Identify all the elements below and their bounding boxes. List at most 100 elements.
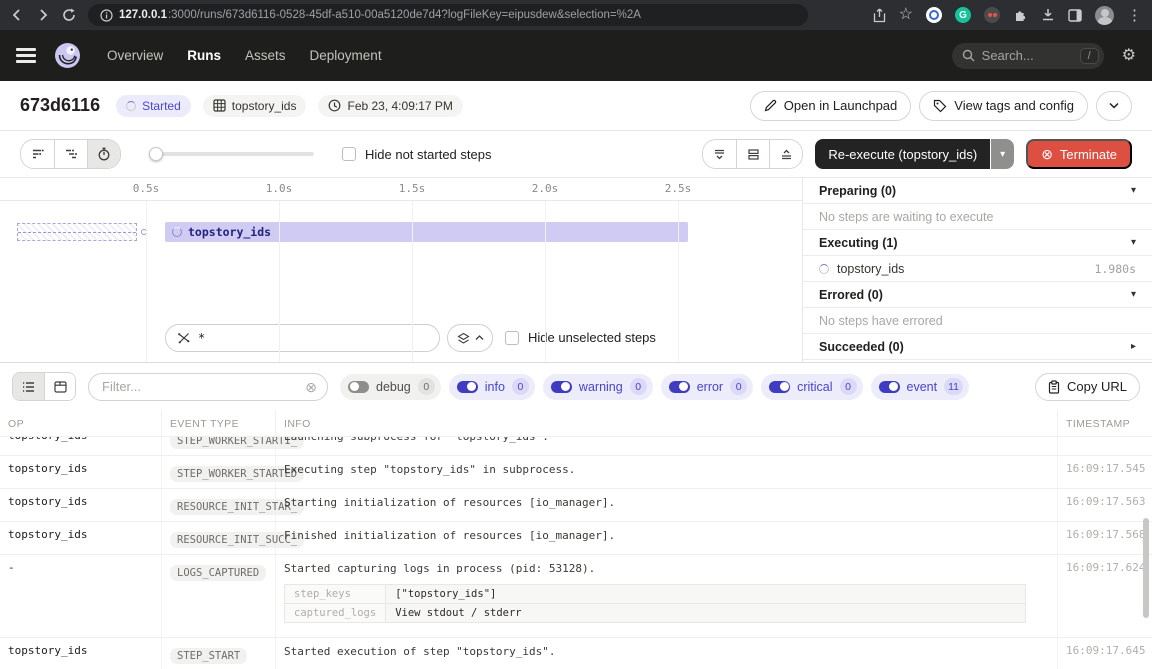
clear-filter-icon[interactable]: ⊗ <box>305 380 317 394</box>
extension-recorder-icon[interactable] <box>984 7 1000 23</box>
log-level-label: critical <box>797 380 832 394</box>
log-level-pill-critical[interactable]: critical0 <box>761 374 862 400</box>
nav-item-runs[interactable]: Runs <box>187 48 221 63</box>
step-status-panel: Preparing (0)▾No steps are waiting to ex… <box>803 178 1152 362</box>
collapse-rows-button[interactable] <box>703 140 736 168</box>
gantt-waterfall-view-button[interactable] <box>54 140 87 168</box>
copy-url-button[interactable]: Copy URL <box>1035 373 1140 401</box>
log-level-label: error <box>697 380 723 394</box>
panel-section-header[interactable]: Errored (0)▾ <box>803 282 1152 308</box>
op-selector-icon <box>177 331 191 345</box>
extensions-puzzle-icon[interactable] <box>1013 8 1028 23</box>
log-level-pill-warning[interactable]: warning0 <box>543 374 653 400</box>
nav-item-overview[interactable]: Overview <box>107 48 163 63</box>
log-table-header: OPEVENT TYPEINFOTIMESTAMP <box>0 410 1152 437</box>
expand-rows-button[interactable] <box>736 140 769 168</box>
open-in-launchpad-button[interactable]: Open in Launchpad <box>750 91 911 121</box>
share-icon[interactable] <box>873 8 886 23</box>
column-header-timestamp: TIMESTAMP <box>1058 410 1152 436</box>
log-level-label: warning <box>579 380 623 394</box>
toggle-on <box>457 381 478 393</box>
toggle-on <box>879 381 900 393</box>
browser-menu-icon[interactable]: ⋮ <box>1127 8 1142 23</box>
nav-item-assets[interactable]: Assets <box>245 48 286 63</box>
hide-not-started-checkbox[interactable] <box>342 147 356 161</box>
log-level-count: 11 <box>944 378 963 395</box>
pencil-icon <box>764 99 777 112</box>
log-row[interactable]: topstory_idsSTEP_STARTStarted execution … <box>0 638 1152 669</box>
log-row[interactable]: topstory_idsSTEP_WORKER_STARTEDExecuting… <box>0 456 1152 489</box>
reexecute-button[interactable]: Re-execute (topstory_ids) <box>815 139 990 169</box>
metadata-link[interactable]: View stdout / stderr <box>386 603 1026 622</box>
browser-back-icon[interactable] <box>10 8 24 22</box>
downloads-icon[interactable] <box>1041 8 1055 22</box>
reexecute-dropdown-button[interactable]: ▾ <box>990 139 1014 169</box>
collapse-up-button[interactable] <box>769 140 802 168</box>
view-tags-config-button[interactable]: View tags and config <box>919 91 1088 121</box>
browser-reload-icon[interactable] <box>62 8 76 22</box>
run-id: 673d6116 <box>20 95 100 116</box>
log-level-count: 0 <box>512 378 529 395</box>
gantt-flat-view-button[interactable] <box>21 140 54 168</box>
log-toolbar: Filter... ⊗ debug0info0warning0error0cri… <box>0 363 1152 410</box>
url-path: :3000/runs/673d6116-0528-45df-a510-00a51… <box>168 9 641 21</box>
profile-avatar[interactable] <box>1095 6 1114 25</box>
panel-empty-text: No steps have errored <box>803 308 1152 334</box>
log-op-cell: topstory_ids <box>0 489 162 521</box>
log-row[interactable]: -LOGS_CAPTUREDStarted capturing logs in … <box>0 555 1152 638</box>
log-level-pill-event[interactable]: event11 <box>871 374 970 400</box>
clock-icon <box>328 99 341 112</box>
gantt-zoom-slider[interactable] <box>149 147 314 161</box>
nav-item-deployment[interactable]: Deployment <box>310 48 382 63</box>
gantt-timed-view-button[interactable] <box>87 140 120 168</box>
log-row[interactable]: topstory_idsRESOURCE_INIT_STAR_Starting … <box>0 489 1152 522</box>
slider-knob[interactable] <box>149 147 163 161</box>
job-grid-icon <box>213 99 226 112</box>
panel-section-header[interactable]: Executing (1)▾ <box>803 230 1152 256</box>
timeline-tick: 1.5s <box>399 182 426 195</box>
panel-section-header[interactable]: Succeeded (0)▸ <box>803 334 1152 360</box>
log-info-text: Launching subprocess for "topstory_ids". <box>284 437 1049 446</box>
hide-unselected-checkbox[interactable] <box>505 331 519 345</box>
log-row[interactable]: topstory_idsSTEP_WORKER_STARTI_Launching… <box>0 437 1152 456</box>
gantt-view-mode-toggle <box>20 139 121 169</box>
extension-grammarly-icon[interactable]: G <box>955 7 971 23</box>
log-row[interactable]: topstory_idsRESOURCE_INIT_SUCC_Finished … <box>0 522 1152 555</box>
layers-icon <box>457 332 470 345</box>
step-selector-input[interactable]: * <box>165 324 440 352</box>
global-search[interactable]: Search... / <box>952 43 1104 69</box>
panel-section-header[interactable]: Preparing (0)▾ <box>803 178 1152 204</box>
log-scrollbar-thumb[interactable] <box>1143 518 1149 618</box>
panel-step-row[interactable]: topstory_ids1.980s <box>803 256 1152 282</box>
log-structured-view-button[interactable] <box>44 373 75 400</box>
row-collapse-toggle <box>702 139 803 169</box>
log-event-type-cell: STEP_START <box>162 638 276 669</box>
log-info-text: Finished initialization of resources [io… <box>284 528 1049 545</box>
nav-links: Overview Runs Assets Deployment <box>107 48 382 63</box>
hamburger-menu-icon[interactable] <box>16 48 36 63</box>
log-list-view-button[interactable] <box>13 373 44 400</box>
log-filter-input[interactable]: Filter... ⊗ <box>88 373 328 401</box>
log-level-pill-info[interactable]: info0 <box>449 374 535 400</box>
extension-1password-icon[interactable] <box>926 7 942 23</box>
dagster-logo[interactable] <box>54 42 81 69</box>
log-event-type-cell: STEP_WORKER_STARTED <box>162 456 276 488</box>
log-level-pill-error[interactable]: error0 <box>661 374 753 400</box>
run-actions-chevron-button[interactable] <box>1096 91 1132 121</box>
browser-forward-icon[interactable] <box>36 8 50 22</box>
search-shortcut-key: / <box>1080 48 1099 64</box>
settings-gear-icon[interactable]: ⚙ <box>1122 48 1136 64</box>
log-level-pill-debug[interactable]: debug0 <box>340 374 441 400</box>
bookmark-star-icon[interactable]: ☆ <box>899 7 913 23</box>
site-info-icon[interactable] <box>100 9 113 22</box>
url-bar[interactable]: 127.0.0.1:3000/runs/673d6116-0528-45df-a… <box>88 4 808 26</box>
job-tag[interactable]: topstory_ids <box>203 95 307 117</box>
log-info-text: Executing step "topstory_ids" in subproc… <box>284 462 1049 479</box>
chevron-right-icon: ▸ <box>1131 341 1136 352</box>
chevron-up-icon <box>475 335 484 341</box>
sidebar-toggle-icon[interactable] <box>1068 9 1082 22</box>
gantt-step-bar[interactable]: topstory_ids <box>165 222 688 242</box>
step-layers-button[interactable] <box>447 324 493 352</box>
terminate-button[interactable]: ⊗ Terminate <box>1026 139 1132 169</box>
log-filter-placeholder: Filter... <box>102 379 305 394</box>
